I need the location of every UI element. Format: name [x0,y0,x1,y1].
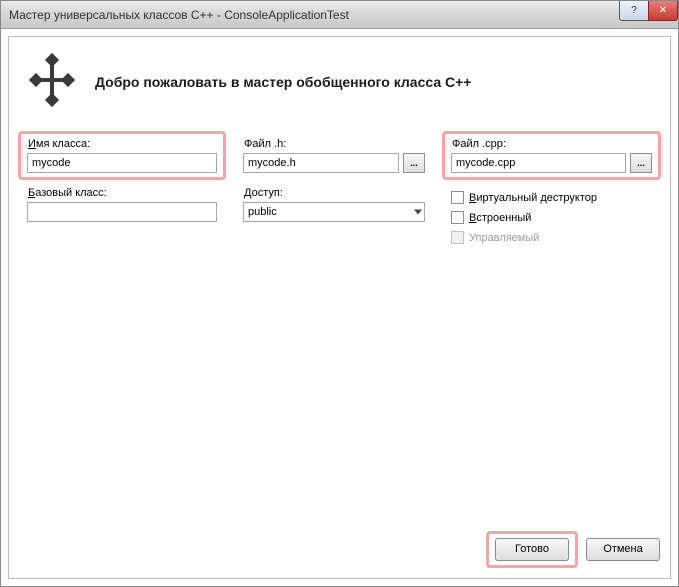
base-class-field: Базовый класс: [27,187,217,222]
file-h-label: Файл .h: [243,138,425,150]
titlebar[interactable]: Мастер универсальных классов C++ - Conso… [1,1,678,29]
cancel-button[interactable]: Отмена [586,538,660,561]
spacer [9,244,670,532]
button-bar: Готово Отмена [9,532,670,578]
window-controls: ? ✕ [619,1,678,21]
file-h-field: Файл .h: ... [243,138,425,173]
access-label: Доступ: [243,187,425,199]
finish-highlight: Готово [486,531,578,568]
finish-button[interactable]: Готово [495,538,569,561]
managed-checkbox: Управляемый [451,231,652,244]
window-title: Мастер универсальных классов C++ - Conso… [9,8,674,22]
file-cpp-input[interactable] [451,153,626,173]
file-h-browse-button[interactable]: ... [403,153,425,173]
class-name-highlight: ИИмя класса:мя класса: [18,131,226,180]
form-area: ИИмя класса:мя класса: Файл .h: ... Файл… [9,138,670,244]
managed-label: Управляемый [469,232,539,244]
checkbox-icon [451,231,464,244]
inline-checkbox[interactable]: Встроенный [451,211,652,224]
inner-panel: Добро пожаловать в мастер обобщенного кл… [8,36,671,579]
access-field: Доступ: [243,187,425,222]
checkbox-icon [451,211,464,224]
wizard-icon [25,53,79,110]
wizard-window: Мастер универсальных классов C++ - Conso… [0,0,679,587]
virtual-destructor-checkbox[interactable]: Виртуальный деструктор [451,191,652,204]
wizard-title: Добро пожаловать в мастер обобщенного кл… [95,74,471,90]
client-area: Добро пожаловать в мастер обобщенного кл… [1,29,678,586]
file-cpp-browse-button[interactable]: ... [630,153,652,173]
close-button[interactable]: ✕ [648,1,678,21]
checkbox-icon [451,191,464,204]
wizard-header: Добро пожаловать в мастер обобщенного кл… [9,37,670,138]
base-class-input[interactable] [27,202,217,222]
class-name-input[interactable] [27,153,217,173]
file-cpp-field: Файл .cpp: ... [451,138,652,173]
access-value[interactable] [243,202,425,222]
access-select[interactable] [243,202,425,222]
help-button[interactable]: ? [619,1,649,21]
base-class-label: Базовый класс: [27,187,217,199]
virtual-destructor-label: Виртуальный деструктор [469,192,597,204]
file-cpp-label: Файл .cpp: [451,138,652,150]
file-cpp-highlight: Файл .cpp: ... [442,131,661,180]
class-name-label: ИИмя класса:мя класса: [27,138,217,150]
option-checkboxes: Виртуальный деструктор Встроенный Управл… [451,191,652,244]
class-name-field: ИИмя класса:мя класса: [27,138,217,173]
inline-label: Встроенный [469,212,531,224]
file-h-input[interactable] [243,153,399,173]
